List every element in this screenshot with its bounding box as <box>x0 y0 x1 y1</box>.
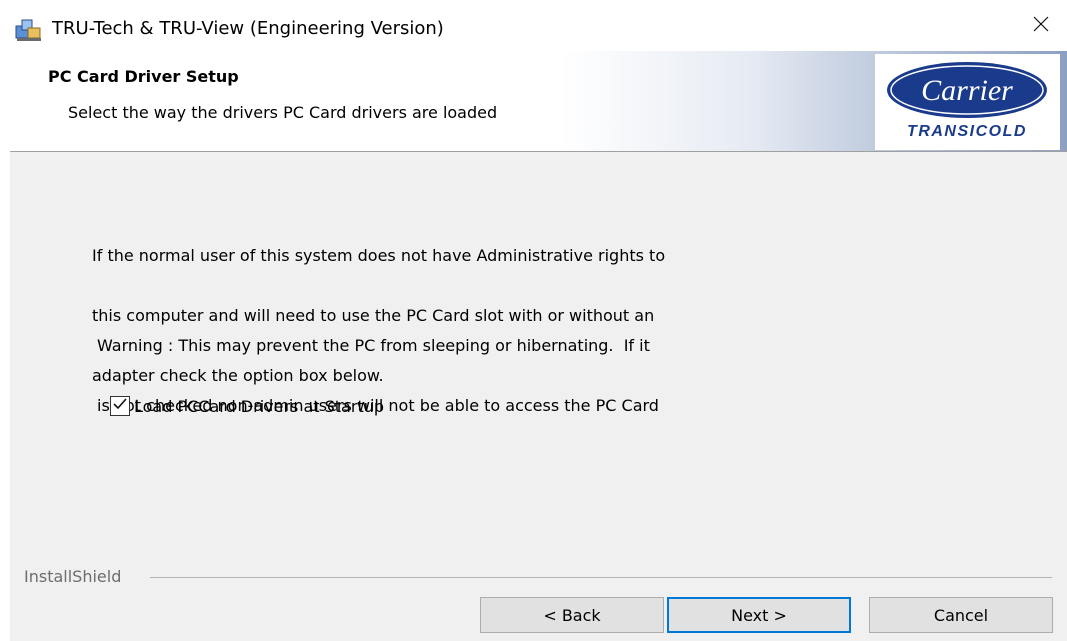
cancel-button[interactable]: Cancel <box>869 597 1053 633</box>
installshield-divider: InstallShield <box>10 567 1067 587</box>
installer-icon <box>14 16 44 42</box>
load-pccard-option[interactable]: Load PCCard Drivers at Startup <box>110 396 384 416</box>
window-title: TRU-Tech & TRU-View (Engineering Version… <box>52 18 444 39</box>
page-title: PC Card Driver Setup <box>48 67 239 86</box>
warning-paragraph: Warning : This may prevent the PC from s… <box>97 296 659 456</box>
title-bar[interactable]: TRU-Tech & TRU-View (Engineering Version… <box>10 0 1067 51</box>
checkbox-label[interactable]: Load PCCard Drivers at Startup <box>134 397 384 416</box>
svg-text:Carrier: Carrier <box>921 74 1013 107</box>
close-button[interactable] <box>1015 0 1067 51</box>
back-button[interactable]: < Back <box>480 597 664 633</box>
page-subtitle: Select the way the drivers PC Card drive… <box>68 103 498 122</box>
svg-text:TRANSICOLD: TRANSICOLD <box>907 123 1027 140</box>
close-icon <box>1033 16 1049 36</box>
next-button[interactable]: Next > <box>667 597 851 633</box>
divider-line <box>150 577 1052 578</box>
info-line: If the normal user of this system does n… <box>92 246 666 265</box>
checkmark-icon <box>112 396 128 416</box>
carrier-transicold-logo: Carrier TRANSICOLD <box>875 54 1060 150</box>
load-pccard-checkbox[interactable] <box>110 396 130 416</box>
installshield-label: InstallShield <box>24 567 122 586</box>
installer-window: TRU-Tech & TRU-View (Engineering Version… <box>10 0 1067 641</box>
wizard-header: PC Card Driver Setup Select the way the … <box>10 51 1067 152</box>
warning-line: Warning : This may prevent the PC from s… <box>97 336 650 355</box>
